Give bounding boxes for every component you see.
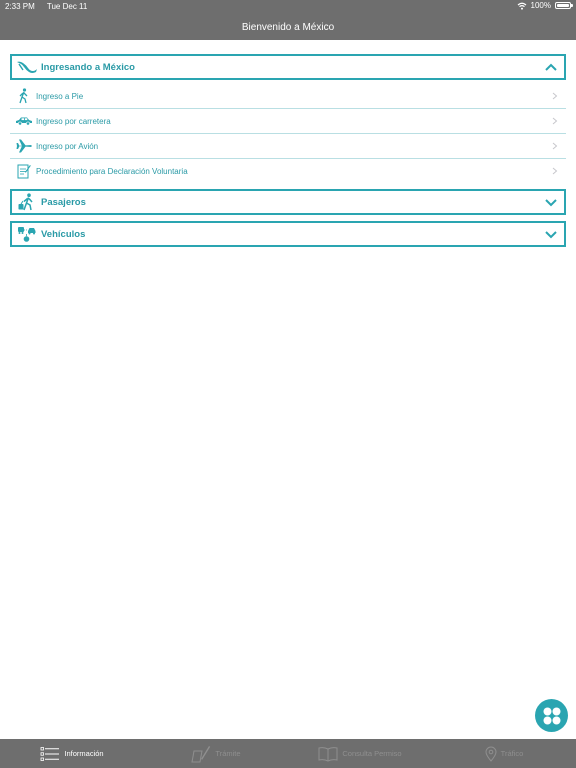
status-date: Tue Dec 11 — [46, 2, 88, 11]
list-item-ingreso-carretera[interactable]: Ingreso por carretera — [10, 109, 566, 134]
tab-tramite[interactable]: Trámite — [144, 739, 288, 768]
battery-icon — [555, 2, 573, 9]
wifi-icon — [517, 2, 526, 10]
menu-fab-button[interactable] — [535, 699, 568, 732]
location-pin-icon — [485, 746, 497, 762]
traveler-luggage-icon — [16, 193, 38, 211]
chevron-right-icon — [552, 167, 558, 175]
tab-trafico[interactable]: Tráfico — [432, 739, 576, 768]
chevron-right-icon — [552, 117, 558, 125]
tab-informacion[interactable]: Información — [0, 739, 144, 768]
navigation-bar: Bienvenido a México — [0, 14, 576, 40]
form-pen-icon — [191, 745, 211, 762]
section-title: Vehículos — [41, 228, 86, 240]
tab-label: Trámite — [215, 749, 241, 758]
section-header-ingresando[interactable]: Ingresando a México — [10, 54, 566, 80]
tab-label: Consulta Permiso — [342, 749, 402, 758]
list-icon — [41, 746, 60, 761]
chevron-down-icon[interactable] — [544, 196, 558, 208]
chevron-right-icon — [552, 92, 558, 100]
document-pencil-icon — [15, 163, 33, 179]
list-item-declaracion-voluntaria[interactable]: Procedimiento para Declaración Voluntari… — [10, 159, 566, 183]
vehicles-icon — [16, 225, 38, 243]
list-item-label: Ingreso por Avión — [36, 141, 99, 151]
list-item-ingreso-pie[interactable]: Ingreso a Pie — [10, 84, 566, 109]
chevron-up-icon[interactable] — [544, 61, 558, 73]
tab-consulta-permiso[interactable]: Consulta Permiso — [288, 739, 432, 768]
accordion-list: Ingresando a México Ingreso a Pie Ingres… — [10, 54, 566, 247]
tab-bar: Información Trámite Consulta Permiso Trá… — [0, 739, 576, 768]
airplane-icon — [15, 138, 33, 154]
list-item-label: Ingreso por carretera — [36, 116, 111, 126]
four-circles-icon — [543, 707, 560, 724]
page-title: Bienvenido a México — [241, 21, 335, 33]
list-item-label: Ingreso a Pie — [36, 91, 84, 101]
status-time: 2:33 PM — [5, 2, 35, 11]
car-icon — [15, 113, 33, 129]
section-header-vehiculos[interactable]: Vehículos — [10, 221, 566, 247]
book-icon — [318, 746, 338, 762]
battery-percent: 100% — [530, 1, 551, 10]
list-item-ingreso-avion[interactable]: Ingreso por Avión — [10, 134, 566, 159]
tab-label: Información — [64, 749, 104, 758]
status-bar: 2:33 PM Tue Dec 11 100% — [0, 0, 576, 14]
list-item-label: Procedimiento para Declaración Voluntari… — [36, 166, 188, 176]
mexico-map-icon — [16, 58, 38, 76]
section-header-pasajeros[interactable]: Pasajeros — [10, 189, 566, 215]
section-title: Ingresando a México — [41, 61, 135, 73]
section-items-ingresando: Ingreso a Pie Ingreso por carretera Ingr… — [10, 84, 566, 183]
section-title: Pasajeros — [41, 196, 86, 208]
chevron-down-icon[interactable] — [544, 228, 558, 240]
tab-label: Tráfico — [500, 749, 524, 758]
walking-person-icon — [15, 88, 33, 104]
chevron-right-icon — [552, 142, 558, 150]
